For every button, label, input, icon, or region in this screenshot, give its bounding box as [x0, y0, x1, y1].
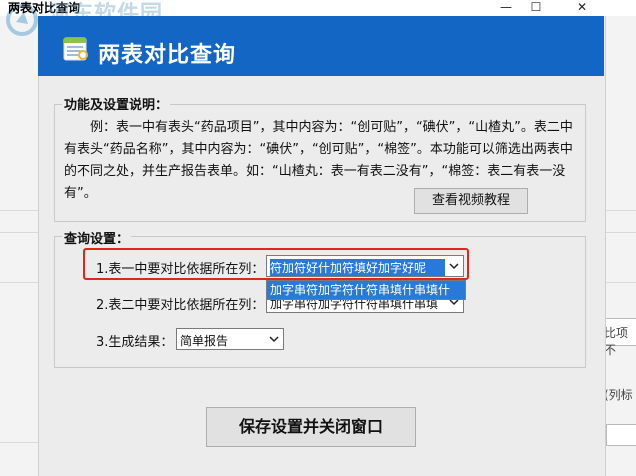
column-one-dropdown-list: 加字串符加字符什符串填什串填什 [266, 280, 466, 300]
title-bar: 两表对比查询 河东软件园 — ☐ ✕ [0, 0, 636, 36]
dropdown-option[interactable]: 加字串符加字符什符串填什串填什 [267, 281, 465, 299]
result-type-value: 简单报告 [180, 334, 229, 348]
save-and-close-button[interactable]: 保存设置并关闭窗口 [206, 407, 416, 447]
header-title: 两表对比查询 [98, 43, 237, 68]
result-type-select[interactable]: 简单报告 [176, 328, 284, 350]
table-compare-icon [63, 37, 88, 61]
result-type-label: 3.生成结果： [96, 335, 174, 350]
highlight-annotation [83, 248, 469, 280]
description-group-label: 功能及设置说明： [62, 94, 171, 113]
maximize-button[interactable]: ☐ [516, 0, 556, 16]
close-button[interactable]: ✕ [562, 0, 602, 16]
query-settings-label: 查询设置： [62, 228, 132, 247]
video-tutorial-button[interactable]: 查看视频教程 [414, 188, 528, 214]
column-two-label: 2.表二中要对比依据所在列： [96, 298, 265, 313]
compare-dialog: 两表对比查询 河东软件园 — ☐ ✕ 两表对比查询 功能及设置说明： 例：表一中… [0, 0, 636, 476]
chevron-down-icon [269, 336, 279, 343]
